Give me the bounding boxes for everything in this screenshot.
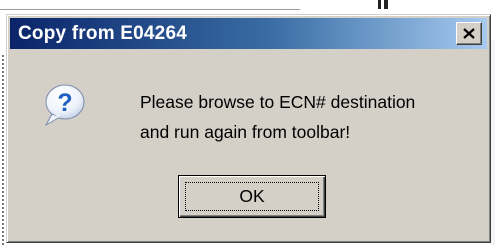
close-icon: [463, 28, 475, 39]
ok-button[interactable]: OK: [178, 175, 326, 218]
message-line: Please browse to ECN# destination: [140, 92, 416, 112]
svg-text:?: ?: [57, 89, 72, 117]
title-bar[interactable]: Copy from E04264: [10, 18, 487, 49]
background-edge: [491, 40, 495, 245]
dialog-message: Please browse to ECN# destination and ru…: [140, 87, 415, 147]
screen: Copy from E04264 ? Please browse to ECN#…: [0, 0, 495, 245]
background-fragment: [372, 0, 402, 10]
question-icon: ?: [40, 83, 86, 127]
ok-button-label: OK: [239, 186, 265, 206]
background-line: [0, 9, 300, 10]
close-button[interactable]: [456, 22, 482, 45]
message-line: and run again from toolbar!: [140, 122, 351, 142]
message-dialog: Copy from E04264 ? Please browse to ECN#…: [6, 14, 491, 243]
dialog-title: Copy from E04264: [18, 22, 187, 44]
